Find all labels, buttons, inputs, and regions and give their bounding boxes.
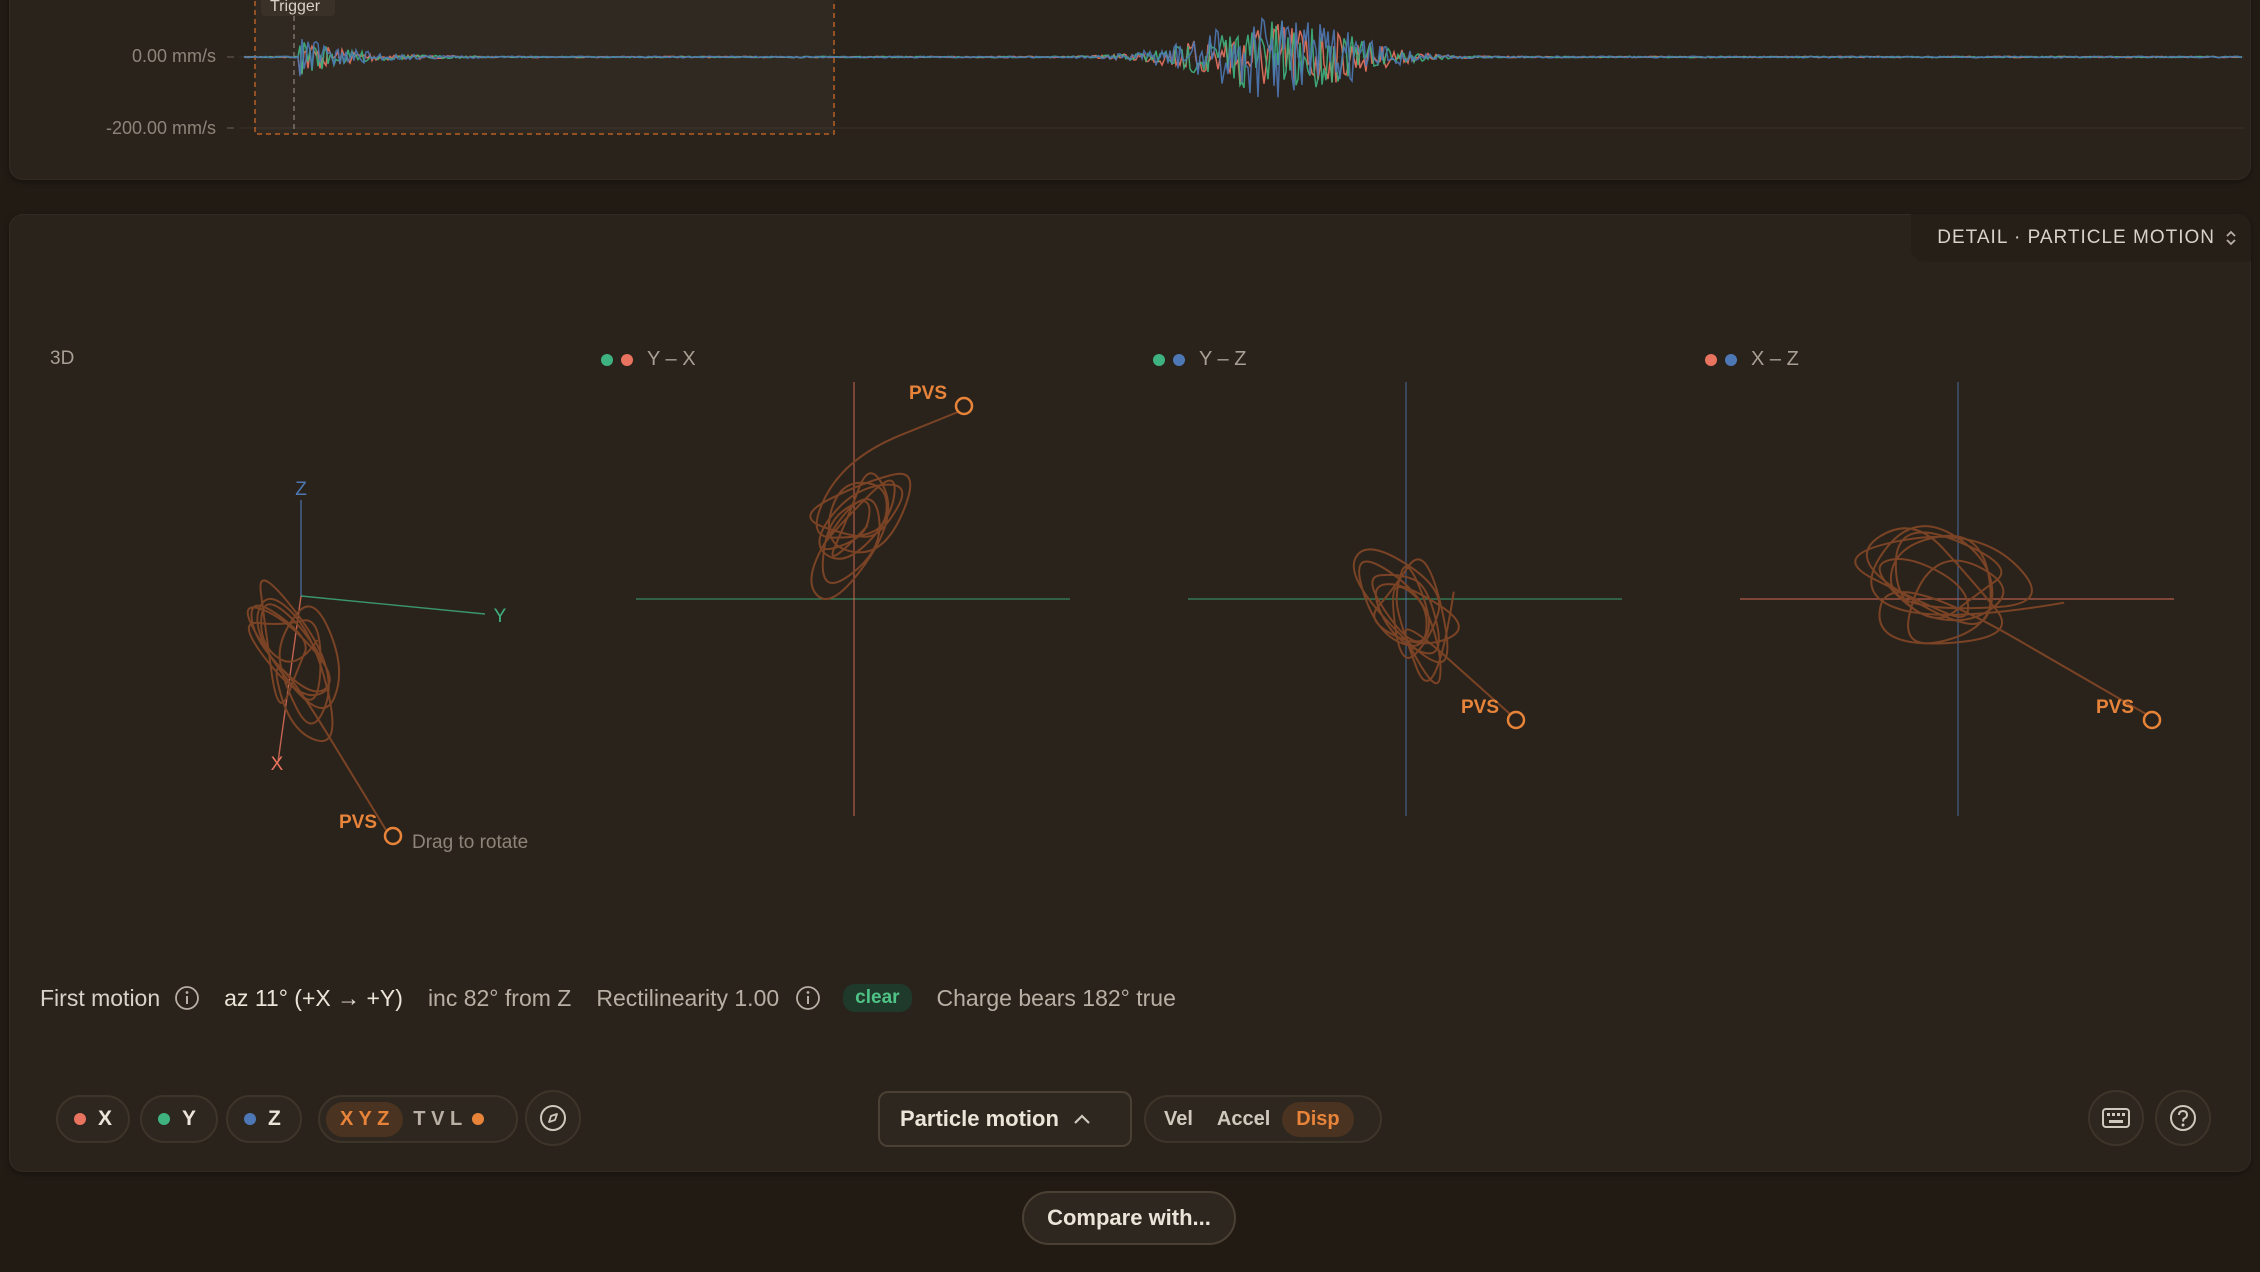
info-icon[interactable] — [174, 985, 200, 1011]
first-motion-label: First motion — [40, 984, 161, 1011]
plot-yx[interactable]: PVS — [634, 380, 1074, 820]
plot-yx-title: Y – X — [647, 348, 696, 370]
units-toggle[interactable]: Vel Accel Disp — [1144, 1095, 1382, 1143]
z-channel-dot — [1725, 353, 1737, 366]
x-channel-dot — [74, 1113, 86, 1125]
compass-button[interactable] — [525, 1090, 581, 1146]
selection-window[interactable] — [254, 0, 835, 135]
particle-path-yz — [1352, 548, 1511, 715]
rectilinearity-value: Rectilinearity 1.00 — [596, 984, 780, 1011]
inclination-value: inc 82° from Z — [427, 984, 572, 1011]
axis-z-label: Z — [295, 479, 307, 500]
x-channel-dot — [621, 353, 633, 366]
trigger-label: Trigger — [270, 0, 321, 15]
clarity-badge: clear — [843, 984, 912, 1012]
updown-chevron-icon — [2226, 230, 2236, 246]
units-accel-option[interactable]: Accel — [1205, 1102, 1282, 1137]
y-channel-dot — [601, 353, 613, 366]
units-vel-option[interactable]: Vel — [1152, 1102, 1205, 1137]
channel-x-label: X — [98, 1107, 113, 1130]
waveform-overview-chart[interactable]: 0.00 mm/s -200.00 mm/s Trigger — [9, 0, 2251, 180]
azimuth-value: az 11° (+X → +Y) — [224, 984, 403, 1011]
keyboard-icon — [2102, 1108, 2130, 1128]
pvs-label: PVS — [909, 383, 947, 404]
plot-xz[interactable]: PVS — [1738, 380, 2178, 820]
y-tick-neg200: -200.00 mm/s — [106, 118, 216, 138]
y-channel-dot — [1153, 353, 1165, 366]
pvs-marker[interactable] — [2142, 710, 2162, 730]
plot-xz-title: X – Z — [1751, 348, 1799, 370]
plot-3d-title: 3D — [50, 348, 75, 369]
pvs-label: PVS — [339, 812, 377, 833]
channel-toggle-z[interactable]: Z — [226, 1095, 302, 1143]
channel-y-label: Y — [182, 1107, 197, 1130]
compare-button[interactable]: Compare with... — [1022, 1191, 1236, 1245]
channel-toggle-x[interactable]: X — [56, 1095, 130, 1143]
y-tick-zero: 0.00 mm/s — [132, 46, 216, 66]
waveform-overview-panel[interactable]: 0.00 mm/s -200.00 mm/s Trigger — [9, 0, 2251, 180]
particle-path-3d — [246, 579, 387, 831]
compass-icon — [540, 1105, 566, 1131]
plot-yz-header: Y – Z — [1153, 348, 1246, 371]
z-channel-dot — [1173, 353, 1185, 366]
y-channel-dot — [158, 1113, 170, 1125]
channel-z-label: Z — [268, 1107, 281, 1130]
detail-mode-label: DETAIL · PARTICLE MOTION — [1937, 227, 2215, 248]
view-mode-select[interactable]: Particle motion — [878, 1091, 1132, 1147]
first-motion-row: First motion az 11° (+X → +Y) inc 82° fr… — [40, 982, 1176, 1014]
pvs-label: PVS — [2096, 697, 2134, 718]
info-icon[interactable] — [795, 985, 821, 1011]
plot-yz[interactable]: PVS — [1186, 380, 1626, 820]
pvs-label: PVS — [1461, 697, 1499, 718]
axis-y-label: Y — [494, 606, 507, 627]
channel-toggle-y[interactable]: Y — [140, 1095, 218, 1143]
compare-label: Compare with... — [1047, 1205, 1211, 1230]
particle-path-yx — [809, 411, 959, 600]
drag-to-rotate-hint: Drag to rotate — [412, 832, 528, 853]
frame-tvl-option[interactable]: T V L — [403, 1102, 472, 1137]
keyboard-shortcuts-button[interactable] — [2088, 1090, 2144, 1146]
x-channel-dot — [1705, 353, 1717, 366]
tvl-indicator-dot — [472, 1113, 485, 1125]
particle-path-xz — [1854, 525, 2147, 715]
pvs-marker[interactable] — [954, 396, 974, 416]
chevron-up-icon — [1074, 1114, 1090, 1124]
units-disp-option[interactable]: Disp — [1282, 1101, 1354, 1137]
charge-bearing-value: Charge bears 182° true — [936, 984, 1176, 1011]
plot-xz-header: X – Z — [1705, 348, 1799, 371]
axis-x-label: X — [271, 754, 284, 775]
help-icon — [2170, 1105, 2196, 1131]
coordinate-frame-toggle[interactable]: X Y Z T V L — [318, 1095, 518, 1143]
pvs-marker[interactable] — [1506, 710, 1526, 730]
help-button[interactable] — [2155, 1090, 2211, 1146]
plot-3d[interactable]: Z Y X PVS Drag to rotate — [20, 470, 580, 890]
pvs-marker[interactable] — [383, 826, 403, 846]
plot-yz-title: Y – Z — [1199, 348, 1247, 370]
frame-xyz-option[interactable]: X Y Z — [326, 1101, 404, 1137]
detail-mode-selector[interactable]: DETAIL · PARTICLE MOTION — [1911, 214, 2251, 262]
view-mode-label: Particle motion — [900, 1106, 1059, 1131]
plot-yx-header: Y – X — [601, 348, 696, 371]
z-channel-dot — [244, 1113, 256, 1125]
